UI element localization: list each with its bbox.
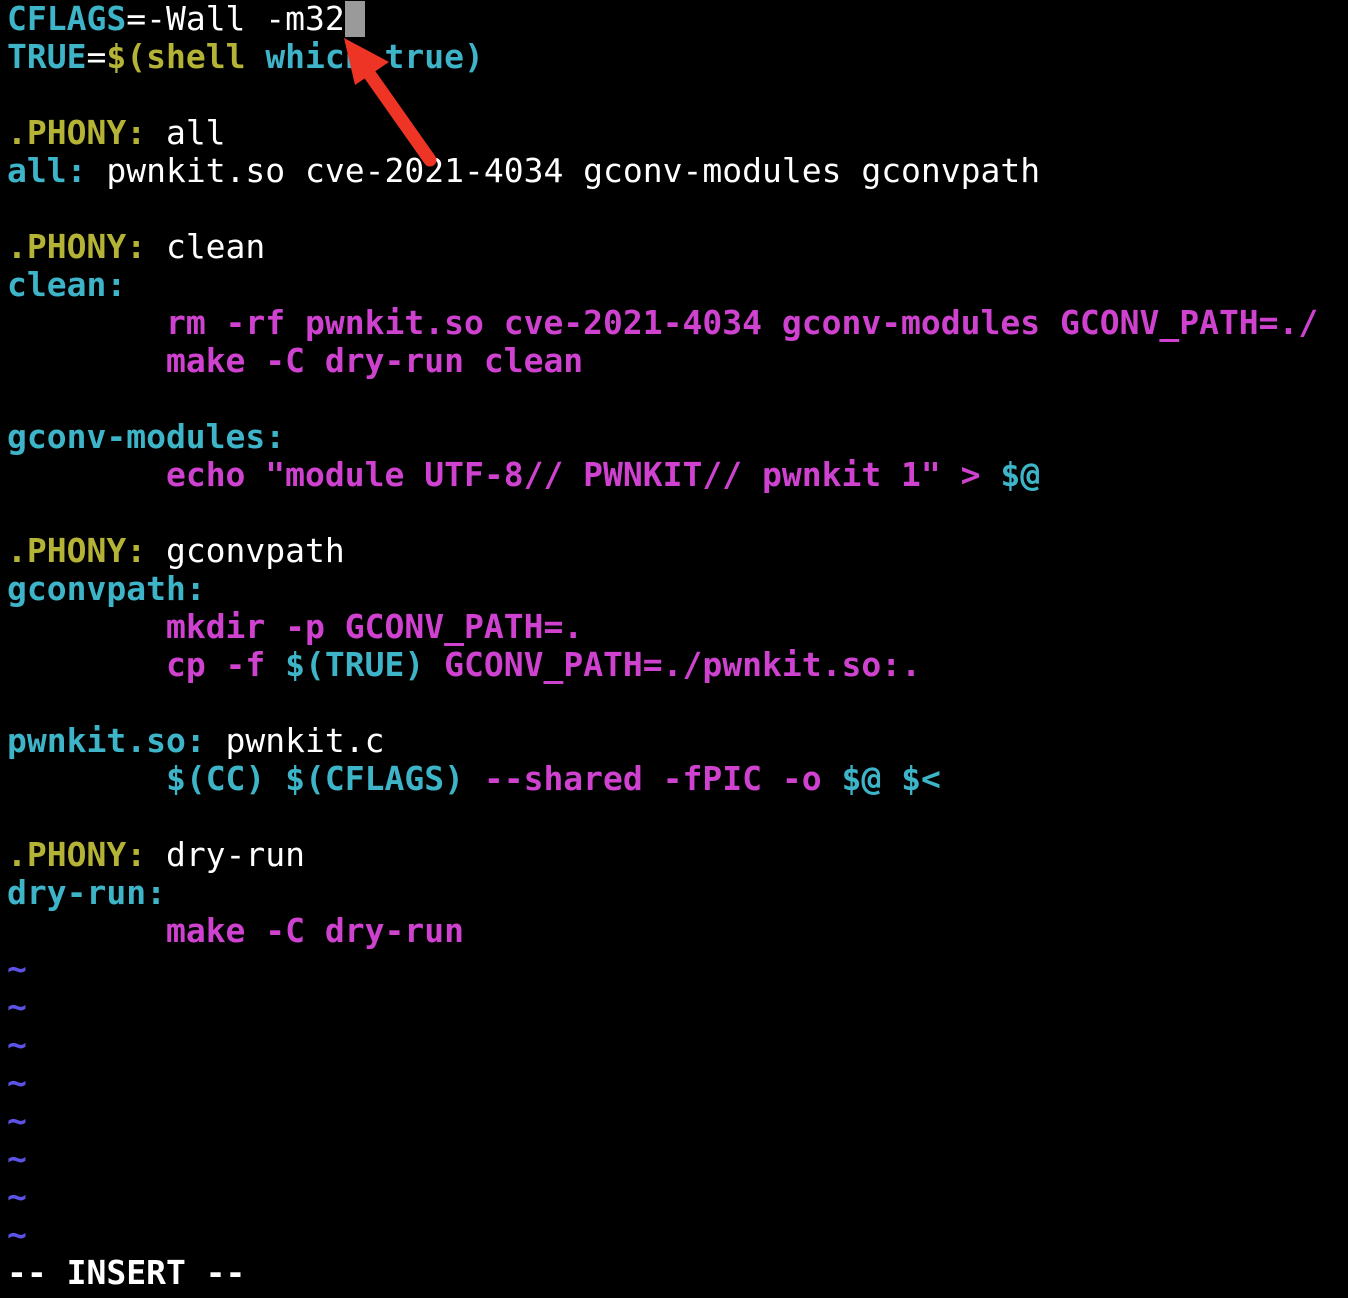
code-line[interactable]: make -C dry-run	[7, 912, 464, 950]
code-token: TRUE	[7, 37, 87, 76]
code-line[interactable]: mkdir -p GCONV_PATH=.	[7, 608, 583, 646]
code-line[interactable]: pwnkit.so: pwnkit.c	[7, 722, 385, 760]
code-token: gconvpath:	[7, 569, 206, 608]
empty-line-tilde: ~	[7, 1025, 27, 1064]
code-token: clean	[146, 227, 266, 266]
empty-line-tilde: ~	[7, 1177, 27, 1216]
code-token: true)	[384, 37, 484, 76]
vim-editor[interactable]: CFLAGS=-Wall -m32 TRUE=$(shell which true…	[0, 0, 1348, 1298]
code-token: clean:	[7, 265, 127, 304]
code-token: gconvpath	[146, 531, 345, 570]
code-token: dry-run	[146, 835, 306, 874]
empty-line-tilde: ~	[7, 1139, 27, 1178]
code-line[interactable]: echo "module UTF-8// PWNKIT// pwnkit 1" …	[7, 456, 1040, 494]
code-token: cp -f	[165, 645, 286, 684]
code-line[interactable]: all: pwnkit.so cve-2021-4034 gconv-modul…	[7, 152, 1040, 190]
code-line[interactable]: clean:	[7, 266, 126, 304]
empty-line-tilde: ~	[7, 1215, 27, 1254]
code-token: rm -rf pwnkit.so cve-2021-4034 gconv-mod…	[165, 303, 1319, 342]
code-token: pwnkit.so cve-2021-4034 gconv-modules gc…	[86, 151, 1041, 190]
code-token: pwnkit.so:	[7, 721, 206, 760]
code-line[interactable]: make -C dry-run clean	[7, 342, 583, 380]
code-line[interactable]: cp -f $(TRUE) GCONV_PATH=./pwnkit.so:.	[7, 646, 921, 684]
code-token: mkdir -p GCONV_PATH=.	[165, 607, 584, 646]
code-token: $@ $<	[841, 759, 941, 798]
code-token: all	[146, 113, 226, 152]
code-token: =	[86, 37, 107, 76]
code-token: which	[265, 37, 385, 76]
code-token: =-Wall -m32	[126, 0, 345, 38]
code-token: .PHONY:	[7, 531, 147, 570]
code-line[interactable]: rm -rf pwnkit.so cve-2021-4034 gconv-mod…	[7, 304, 1318, 342]
empty-line-tilde: ~	[7, 987, 27, 1026]
code-token: --shared -fPIC -o	[463, 759, 842, 798]
code-token: pwnkit.c	[205, 721, 385, 760]
code-line[interactable]: $(CC) $(CFLAGS) --shared -fPIC -o $@ $<	[7, 760, 941, 798]
code-line[interactable]: gconv-modules:	[7, 418, 285, 456]
text-cursor	[344, 1, 365, 37]
empty-line-tilde: ~	[7, 1063, 27, 1102]
code-line[interactable]: TRUE=$(shell which true)	[7, 38, 484, 76]
code-line[interactable]: .PHONY: dry-run	[7, 836, 305, 874]
code-line[interactable]: CFLAGS=-Wall -m32	[7, 0, 365, 38]
mode-indicator: -- INSERT --	[7, 1253, 246, 1292]
code-token: .PHONY:	[7, 835, 147, 874]
code-token: CFLAGS	[7, 0, 127, 38]
code-token: gconv-modules:	[7, 417, 286, 456]
code-token: echo "module UTF-8// PWNKIT// pwnkit 1" …	[165, 455, 1001, 494]
code-token: .PHONY:	[7, 113, 147, 152]
code-line[interactable]: gconvpath:	[7, 570, 206, 608]
code-token: make -C dry-run clean	[165, 341, 584, 380]
code-line[interactable]: .PHONY: clean	[7, 228, 265, 266]
code-line[interactable]: dry-run:	[7, 874, 166, 912]
code-token: $(shell	[106, 37, 266, 76]
code-token: $(TRUE)	[285, 645, 425, 684]
code-token: dry-run:	[7, 873, 166, 912]
code-token: make -C dry-run	[165, 911, 464, 950]
code-token: $(CC) $(CFLAGS)	[165, 759, 464, 798]
code-line[interactable]: .PHONY: gconvpath	[7, 532, 345, 570]
code-token: $@	[1000, 455, 1041, 494]
code-token: GCONV_PATH=./pwnkit.so:.	[424, 645, 921, 684]
code-token: all:	[7, 151, 87, 190]
empty-line-tilde: ~	[7, 1101, 27, 1140]
code-token: .PHONY:	[7, 227, 147, 266]
empty-line-tilde: ~	[7, 949, 27, 988]
code-line[interactable]: .PHONY: all	[7, 114, 226, 152]
